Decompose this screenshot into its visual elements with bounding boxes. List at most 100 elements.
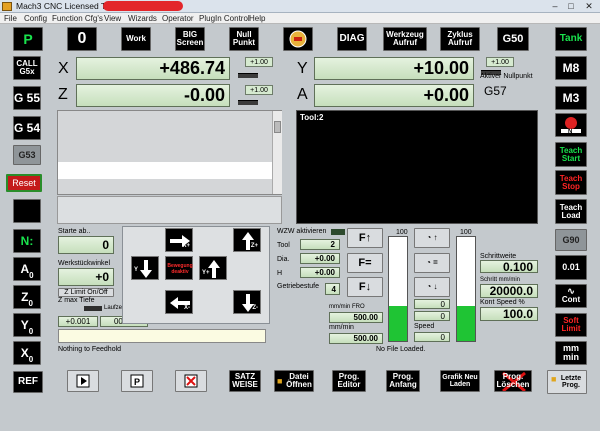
g90-button[interactable]: G90 [555,229,587,251]
menu-config[interactable]: Config [24,14,47,23]
tank-button[interactable]: Tank [555,27,587,51]
fro-label: mm/min FRO [329,304,365,310]
p-button[interactable]: P [13,27,43,51]
m3-button[interactable]: M3 [555,86,587,110]
z-dro[interactable]: -0.00 [76,84,230,107]
z-max-tiefe-value[interactable]: +0.001 [58,316,98,327]
jog-z-plus[interactable]: Z+ [233,228,261,252]
feed-gauge-max: 100 [396,229,408,236]
zyklus-aufruf-button[interactable]: Zyklus Aufruf [440,27,480,51]
werkstueckwinkel-value[interactable]: +0 [58,268,114,286]
teach-stop-button[interactable]: Teach Stop [555,170,587,195]
call-g5x-button[interactable]: CALL G5x [13,56,41,80]
wzw-indicator[interactable] [331,229,345,235]
jog-y-minus[interactable]: Y [131,256,159,280]
x-dro[interactable]: +486.74 [76,57,230,80]
zero-y-button[interactable]: Y0 [13,313,41,337]
feed-reset-button[interactable]: F = [347,253,383,273]
close-icon[interactable]: ✕ [582,0,596,12]
toolpath-display[interactable]: Tool:2 [296,110,538,224]
y-dro[interactable]: +10.00 [314,57,474,80]
n-button[interactable]: N: [13,229,41,253]
fro-value[interactable]: 500.00 [329,312,383,323]
y-increment[interactable]: +1.00 [486,57,514,67]
g53-button[interactable]: G53 [13,145,41,165]
reset-button[interactable]: Reset [6,174,42,192]
blank-button[interactable] [13,199,41,223]
datei-oeffnen-button[interactable]: ■ Datei Öffnen [274,370,314,392]
zero-x-button[interactable]: X0 [13,341,41,365]
menu-wizards[interactable]: Wizards [128,14,157,23]
scrollbar-thumb[interactable] [274,121,281,133]
mm-min-button[interactable]: mm min [555,341,587,365]
work-button[interactable]: Work [121,27,151,51]
prog-loeschen-button[interactable]: Prog. Löschen [494,370,532,392]
schritt-mm-label: Schritt mm/min [480,277,521,283]
jog-x-plus[interactable]: X+ [165,228,193,252]
kont-speed-value[interactable]: 100.0 [480,307,538,321]
spindle-down-button[interactable]: ◔ ↓ [414,277,450,297]
soft-limit-button[interactable]: Soft Limit [555,313,587,337]
ref-button[interactable]: REF [13,371,43,393]
menu-operator[interactable]: Operator [162,14,194,23]
maximize-icon[interactable]: □ [564,0,578,12]
z-increment[interactable]: +1.00 [245,85,273,95]
svg-text:N: N [568,129,572,135]
zero-a-button[interactable]: A0 [13,257,41,281]
g50-button[interactable]: G50 [497,27,529,51]
menu-function-cfgs[interactable]: Function Cfg's [52,14,103,23]
getriebestufe-value[interactable]: 4 [325,283,340,295]
menu-help[interactable]: Help [249,14,265,23]
dia-value[interactable]: +0.00 [300,253,340,264]
big-screen-button[interactable]: BIG Screen [175,27,205,51]
gcode-window[interactable] [57,110,282,195]
prog-editor-button[interactable]: Prog. Editor [332,370,366,392]
cycle-start-button[interactable] [67,370,99,392]
g55-button[interactable]: G 55 [13,86,41,110]
z-limit-button[interactable]: Z Limit On/Off [58,288,114,297]
feed-gauge [388,236,408,342]
spindle-up-button[interactable]: ◔ ↑ [414,228,450,248]
bewegung-deaktiv-button[interactable]: Bewegung deaktiv [165,256,193,280]
laufzeit-indicator [84,306,102,311]
teach-load-button[interactable]: Teach Load [555,199,587,224]
teach-start-button[interactable]: Teach Start [555,142,587,167]
pause-button[interactable]: P [121,370,153,392]
minimize-icon[interactable]: – [548,0,562,12]
home-sensor-button[interactable]: N [555,113,587,137]
werkzeug-aufruf-button[interactable]: Werkzeug Aufruf [383,27,427,51]
stop-button[interactable] [175,370,207,392]
g54-button[interactable]: G 54 [13,116,41,140]
satz-weise-button[interactable]: SATZ WEISE [229,370,261,392]
cont-button[interactable]: ∿ Cont [555,284,587,308]
gcode-scrollbar[interactable] [272,111,282,194]
jog-x-minus[interactable]: X- [165,290,193,314]
step-button[interactable]: 0.01 [555,255,587,280]
m8-button[interactable]: M8 [555,56,587,80]
jog-z-minus[interactable]: Z- [233,290,261,314]
jog-y-plus[interactable]: Y+ [199,256,227,280]
menu-file[interactable]: File [4,14,17,23]
spindle-reset-button[interactable]: ◔ = [414,253,450,273]
letzte-prog-button[interactable]: ■ Letzte Prog. [547,370,587,394]
null-punkt-button[interactable]: Null Punkt [229,27,259,51]
prog-anfang-button[interactable]: Prog. Anfang [386,370,420,392]
zero-z-button[interactable]: Z0 [13,285,41,309]
feed-down-button[interactable]: F ↓ [347,277,383,297]
werkstueckwinkel-label: Werkstückwinkel [58,260,110,267]
h-value[interactable]: +0.00 [300,267,340,278]
x-indicator [238,73,258,78]
menu-view[interactable]: View [104,14,121,23]
grafik-neu-laden-button[interactable]: Grafik Neu Laden [440,370,480,392]
feed-up-button[interactable]: F ↑ [347,228,383,248]
zero-all-button[interactable]: 0 [67,27,97,51]
x-increment[interactable]: +1.00 [245,57,273,67]
tool-value[interactable]: 2 [300,239,340,250]
a-dro[interactable]: +0.00 [314,84,474,107]
spindle-icon-button[interactable] [283,27,313,51]
diag-button[interactable]: DIAG [337,27,367,51]
menu-plugin-control[interactable]: PlugIn Control [199,14,250,23]
schrittweite-value[interactable]: 0.100 [480,260,538,274]
schritt-value[interactable]: 20000.0 [480,284,538,298]
starte-ab-value[interactable]: 0 [58,236,114,254]
